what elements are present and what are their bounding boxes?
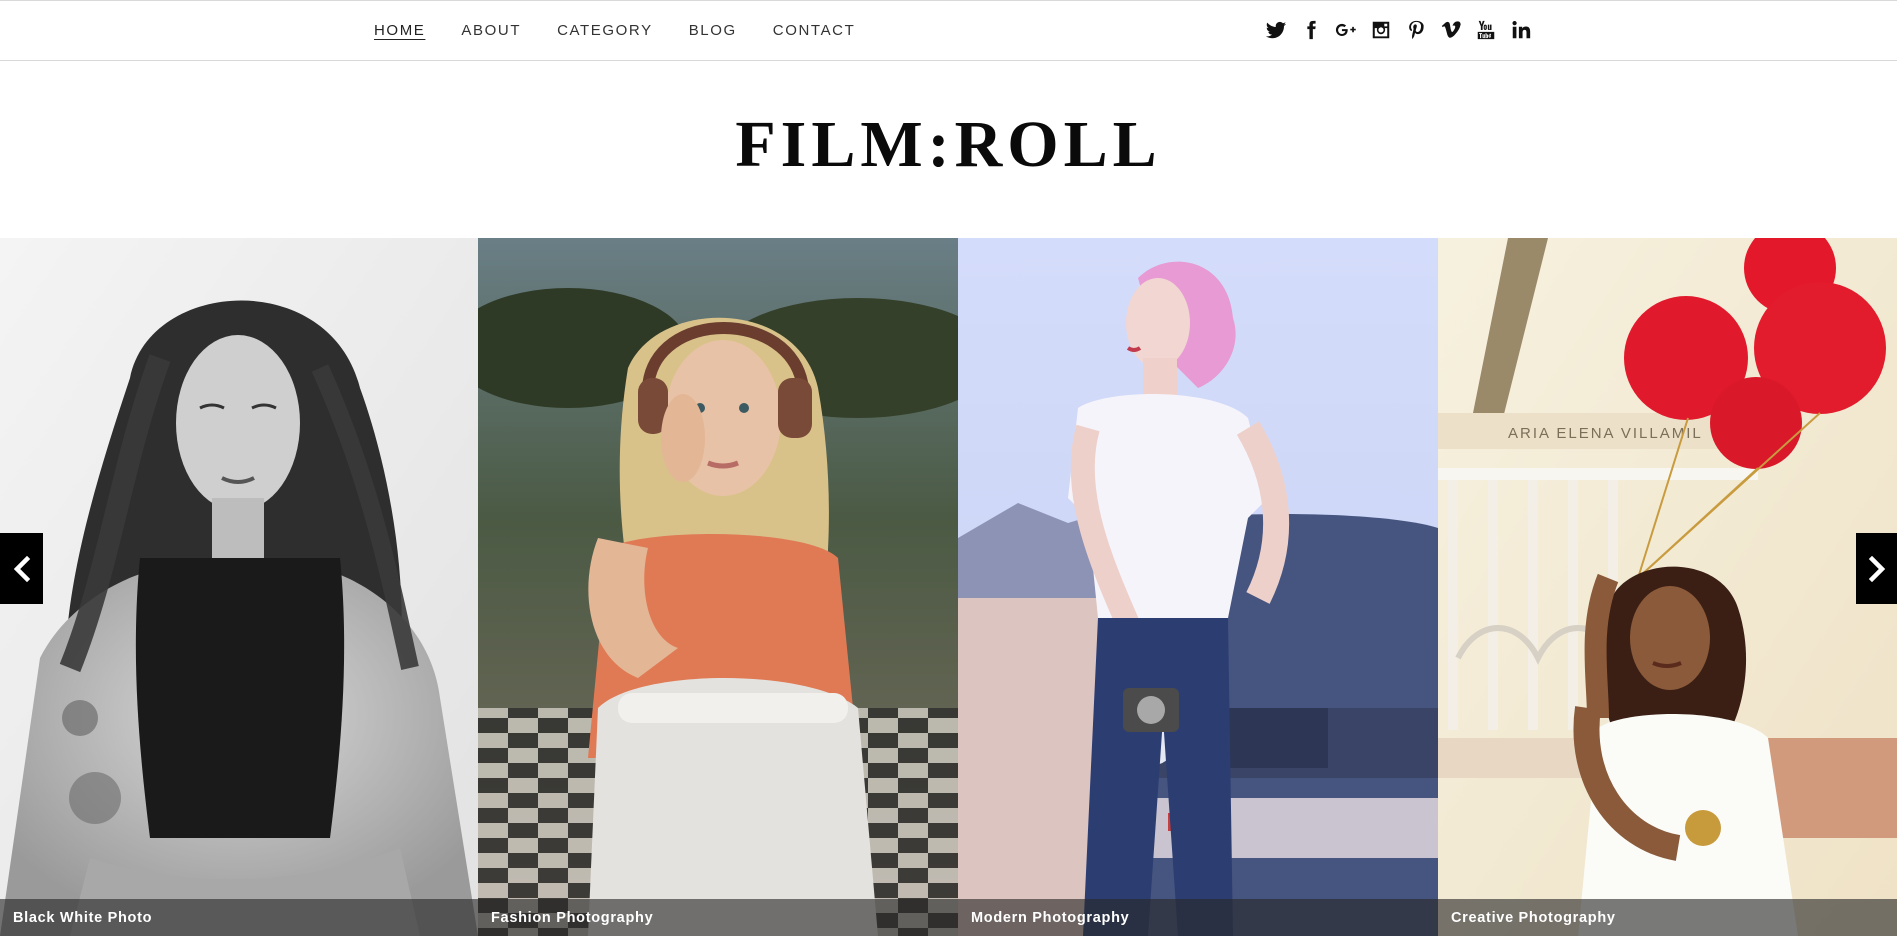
slide-creative-photography[interactable]: ARIA ELENA VILLAMIL Creative Photography (1438, 238, 1897, 936)
vimeo-icon[interactable] (1439, 18, 1463, 42)
slide-modern-photography[interactable]: Modern Photography (958, 238, 1438, 936)
menu-link-blog[interactable]: BLOG (689, 22, 737, 39)
chevron-right-icon (1868, 555, 1885, 582)
menu-link-contact[interactable]: CONTACT (773, 22, 856, 39)
modern-portrait-image (958, 238, 1438, 936)
linkedin-icon[interactable] (1509, 18, 1533, 42)
social-links (1264, 17, 1533, 43)
slide-caption-text[interactable]: Modern Photography (971, 910, 1129, 926)
chevron-left-icon (13, 555, 30, 582)
creative-portrait-image: ARIA ELENA VILLAMIL (1438, 238, 1897, 936)
google-plus-icon[interactable] (1334, 18, 1358, 42)
menu-item-contact: CONTACT (773, 22, 856, 40)
slide-fashion-photography[interactable]: Fashion Photography (478, 238, 958, 936)
slide-black-white-photo[interactable]: Black White Photo (0, 238, 478, 936)
sign-lettering: ARIA ELENA VILLAMIL (1508, 425, 1703, 442)
slide-caption: Modern Photography (958, 899, 1438, 936)
menu-item-about: ABOUT (461, 22, 521, 40)
slide-caption: Black White Photo (0, 899, 478, 936)
twitter-icon[interactable] (1264, 18, 1288, 42)
site-logo[interactable]: FILM:ROLL (0, 100, 1897, 190)
menu-item-category: CATEGORY (557, 22, 653, 40)
black-white-portrait-image (0, 238, 478, 936)
menu-item-home: HOME (374, 22, 425, 40)
main-menu: HOME ABOUT CATEGORY BLOG CONTACT (374, 1, 855, 61)
slide-caption: Fashion Photography (478, 899, 958, 936)
slider-next-button[interactable] (1856, 533, 1897, 604)
menu-link-category[interactable]: CATEGORY (557, 22, 653, 39)
slide-caption-text[interactable]: Creative Photography (1451, 910, 1616, 926)
menu-link-home[interactable]: HOME (374, 22, 425, 39)
menu-link-about[interactable]: ABOUT (461, 22, 521, 39)
top-navigation-bar: HOME ABOUT CATEGORY BLOG CONTACT (0, 0, 1897, 61)
slider-prev-button[interactable] (0, 533, 43, 604)
slide-caption-text[interactable]: Black White Photo (13, 910, 152, 926)
image-slider: Black White Photo Fashion Photography Mo… (0, 238, 1897, 936)
slide-caption-text[interactable]: Fashion Photography (491, 910, 653, 926)
menu-item-blog: BLOG (689, 22, 737, 40)
facebook-icon[interactable] (1299, 18, 1323, 42)
youtube-icon[interactable] (1474, 18, 1498, 42)
instagram-icon[interactable] (1369, 18, 1393, 42)
fashion-portrait-image (478, 238, 958, 936)
slide-caption: Creative Photography (1438, 899, 1897, 936)
pinterest-icon[interactable] (1404, 18, 1428, 42)
